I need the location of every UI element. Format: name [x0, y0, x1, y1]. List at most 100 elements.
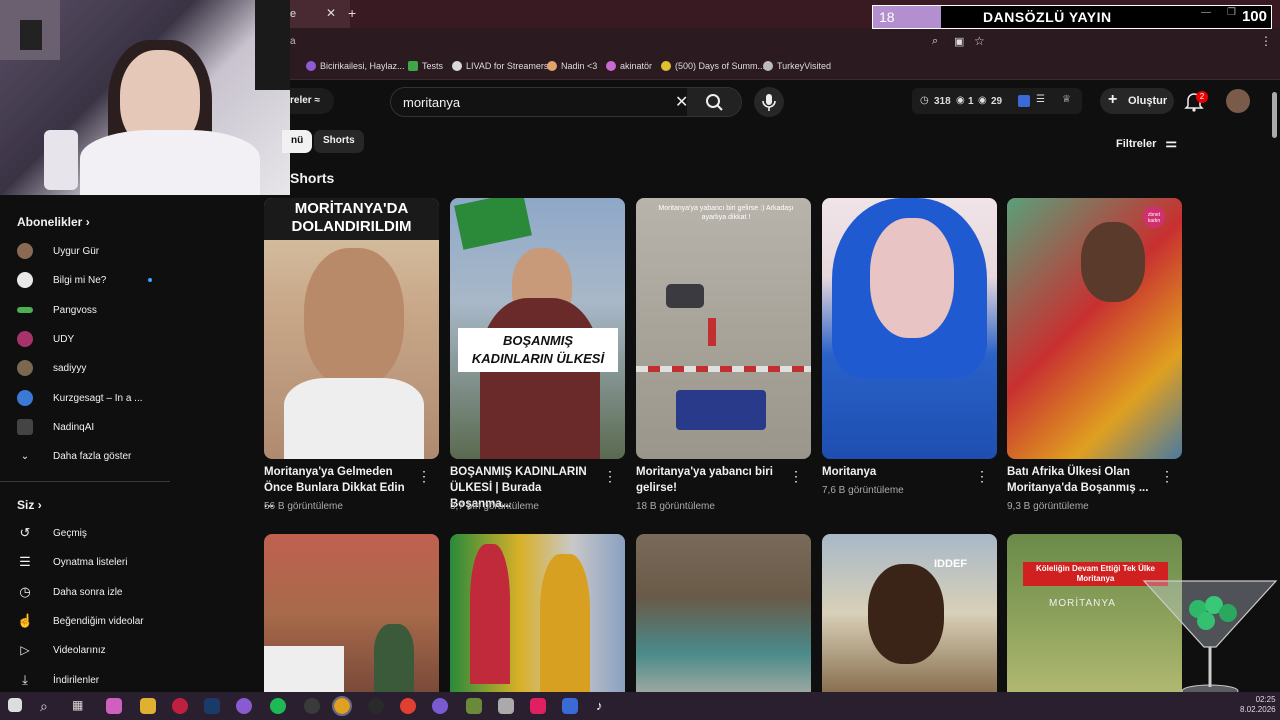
short-card[interactable]	[264, 534, 439, 692]
obs-icon[interactable]	[368, 698, 384, 714]
sidebar-item-downloads[interactable]: ⤓ İndirilenler	[17, 669, 167, 691]
short-card[interactable]: MORİTANYA'DA DOLANDIRILDIM Moritanya'ya …	[264, 198, 439, 512]
filter-button[interactable]: reler ≈	[290, 88, 334, 114]
sidebar-sub-item[interactable]: UDY	[17, 328, 167, 350]
short-thumbnail[interactable]: zbnet kadın	[1007, 198, 1182, 459]
chip-all[interactable]: nü	[282, 130, 313, 153]
short-title[interactable]: Batı Afrika Ülkesi Olan Moritanya'da Boş…	[1007, 464, 1157, 496]
short-card[interactable]	[636, 534, 811, 692]
more-actions-icon[interactable]: ⋮	[603, 468, 617, 485]
opera-icon[interactable]	[172, 698, 188, 714]
short-thumbnail[interactable]: BOŞANMIŞ KADINLARIN ÜLKESİ	[450, 198, 625, 459]
bookmark[interactable]: (500) Days of Summ...	[661, 61, 765, 71]
sidebar-sub-item[interactable]: NadinqAI	[17, 416, 167, 438]
channel-avatar	[17, 272, 33, 288]
stat-eye2: 29	[991, 96, 1003, 107]
sidebar-sub-item[interactable]: Uygur Gür	[17, 240, 167, 262]
tiktok-live-icon[interactable]	[530, 698, 546, 714]
sidebar-item-history[interactable]: ↺ Geçmiş	[17, 522, 167, 544]
more-actions-icon[interactable]: ⋮	[975, 468, 989, 485]
app-icon[interactable]	[304, 698, 320, 714]
create-button[interactable]: + Oluştur	[1100, 88, 1174, 114]
short-card[interactable]: IDDEF	[822, 534, 997, 692]
short-thumbnail[interactable]: Moritanya'ya yabancı biri gelirse :) Ark…	[636, 198, 811, 459]
channel-avatar	[17, 419, 33, 435]
app-icon[interactable]	[562, 698, 578, 714]
short-thumbnail[interactable]	[264, 534, 439, 692]
app-icon[interactable]	[1018, 95, 1030, 107]
discord-icon[interactable]	[432, 698, 448, 714]
show-more-button[interactable]: ⌄ Daha fazla göster	[17, 445, 167, 467]
sidebar-sub-item[interactable]: Bilgi mi Ne?	[17, 269, 167, 291]
subscriptions-heading[interactable]: Abonelikler ›	[17, 215, 90, 229]
voice-search-button[interactable]	[754, 87, 784, 117]
extension-stats[interactable]: ◷ 318 ◉ 1 ◉ 29 ☰ ♕	[912, 88, 1082, 114]
sidebar-sub-item[interactable]: Pangvoss	[17, 299, 167, 321]
sidebar-sub-item[interactable]: Kurzgesagt – In a ...	[17, 387, 167, 409]
short-thumbnail[interactable]	[822, 198, 997, 459]
short-title[interactable]: Moritanya	[822, 464, 972, 480]
spotify-icon[interactable]	[270, 698, 286, 714]
sidebar-item-liked[interactable]: ☝ Beğendiğim videolar	[17, 610, 167, 632]
filters-button[interactable]: Filtreler ⚌	[1116, 135, 1177, 151]
trophy-icon[interactable]: ♕	[1062, 94, 1071, 105]
active-tab[interactable]: e ✕	[290, 0, 350, 28]
task-view-icon[interactable]: ▦	[72, 698, 88, 714]
bookmark[interactable]: Bicirikailesi, Haylaz...	[306, 61, 405, 71]
search-input[interactable]: moritanya	[403, 95, 460, 110]
windows-start-icon[interactable]	[8, 698, 22, 712]
app-icon[interactable]	[498, 698, 514, 714]
sidebar-item-watch-later[interactable]: ◷ Daha sonra izle	[17, 581, 167, 603]
short-card[interactable]	[450, 534, 625, 692]
short-card[interactable]: zbnet kadın Batı Afrika Ülkesi Olan Mori…	[1007, 198, 1182, 512]
list-icon[interactable]: ☰	[1036, 94, 1045, 105]
scrollbar-thumb[interactable]	[1272, 92, 1277, 138]
playlist-icon: ☰	[19, 554, 31, 569]
new-tab-icon[interactable]: +	[348, 5, 356, 21]
bookmark[interactable]: Nadin <3	[547, 61, 597, 71]
chip-shorts[interactable]: Shorts	[314, 130, 364, 153]
you-heading[interactable]: Siz ›	[17, 498, 42, 512]
sidebar-item-your-videos[interactable]: ▷ Videolarınız	[17, 639, 167, 661]
short-thumbnail[interactable]	[450, 534, 625, 692]
star-icon[interactable]: ☆	[974, 34, 985, 48]
copilot-icon[interactable]	[106, 698, 122, 714]
short-card[interactable]: Moritanya'ya yabancı biri gelirse :) Ark…	[636, 198, 811, 512]
bookmark[interactable]: LIVAD for Streamers	[452, 61, 548, 71]
sidebar-item-playlists[interactable]: ☰ Oynatma listeleri	[17, 551, 167, 573]
search-button[interactable]	[687, 88, 741, 116]
short-thumbnail[interactable]: MORİTANYA'DA DOLANDIRILDIM	[264, 198, 439, 459]
close-tab-icon[interactable]: ✕	[326, 6, 336, 20]
more-actions-icon[interactable]: ⋮	[417, 468, 431, 485]
minecraft-icon[interactable]	[466, 698, 482, 714]
minimize-icon[interactable]: —	[1201, 7, 1211, 18]
short-card[interactable]: Moritanya 7,6 B görüntüleme ⋮	[822, 198, 997, 496]
zoom-icon[interactable]: ⌕	[932, 35, 938, 48]
short-card[interactable]: BOŞANMIŞ KADINLARIN ÜLKESİ BOŞANMIŞ KADI…	[450, 198, 625, 512]
install-icon[interactable]: ▣	[954, 35, 964, 48]
bookmark[interactable]: Tests	[408, 61, 443, 71]
account-avatar[interactable]	[1226, 89, 1250, 113]
search-icon[interactable]: ⌕	[40, 698, 56, 714]
restore-icon[interactable]: ❐	[1227, 7, 1236, 18]
tiktok-icon[interactable]: ♪	[596, 698, 612, 714]
steam-icon[interactable]	[204, 698, 220, 714]
door	[255, 0, 290, 90]
search-box[interactable]: moritanya ✕	[390, 87, 742, 117]
menu-icon[interactable]: ⋮	[1260, 34, 1272, 48]
folder-icon[interactable]	[140, 698, 156, 714]
bookmark[interactable]: TurkeyVisited	[763, 61, 831, 71]
thumbnail-caption: Moritanya'ya yabancı biri gelirse :) Ark…	[658, 205, 794, 221]
more-actions-icon[interactable]: ⋮	[789, 468, 803, 485]
app-icon[interactable]	[236, 698, 252, 714]
system-clock[interactable]: 02:25 8.02.2026	[1240, 695, 1276, 715]
new-content-dot	[148, 278, 153, 282]
app-icon[interactable]	[400, 698, 416, 714]
more-actions-icon[interactable]: ⋮	[1160, 468, 1174, 485]
short-title[interactable]: Moritanya'ya yabancı biri gelirse!	[636, 464, 786, 496]
chrome-icon[interactable]	[332, 696, 352, 716]
short-thumbnail[interactable]: IDDEF	[822, 534, 997, 692]
short-thumbnail[interactable]	[636, 534, 811, 692]
sidebar-sub-item[interactable]: sadiyyy	[17, 357, 167, 379]
bookmark[interactable]: akinatör	[606, 61, 652, 71]
